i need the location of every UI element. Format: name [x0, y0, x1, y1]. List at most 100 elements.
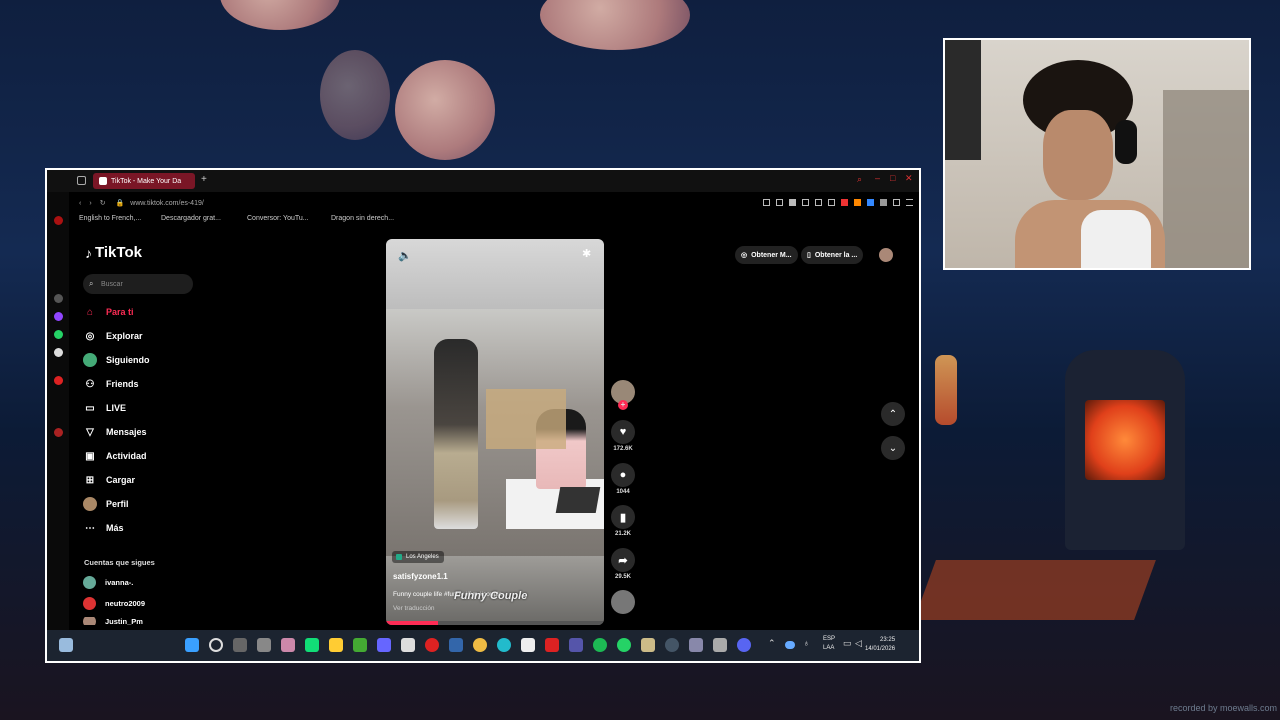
maximize-button[interactable]: □: [890, 173, 895, 183]
nav-item-cargar[interactable]: ⊞ Cargar: [83, 470, 213, 490]
url-text[interactable]: www.tiktok.com/es-419/: [130, 200, 204, 207]
profile-icon[interactable]: [880, 199, 887, 206]
save-button[interactable]: ▮ 21.2K: [610, 505, 636, 537]
heart-icon[interactable]: [828, 199, 835, 206]
forward-icon[interactable]: ›: [89, 200, 91, 207]
account-item[interactable]: ivanna-.: [83, 575, 133, 589]
app-icon[interactable]: [641, 638, 655, 652]
snipping-tool-icon[interactable]: [257, 638, 271, 652]
sound-disc[interactable]: [610, 590, 636, 616]
spotify-icon[interactable]: [593, 638, 607, 652]
menu-icon[interactable]: [906, 199, 913, 206]
account-item[interactable]: Justin_Pm: [83, 617, 143, 625]
app-icon[interactable]: [689, 638, 703, 652]
notes-icon[interactable]: [449, 638, 463, 652]
sparkle-icon[interactable]: ✱: [582, 247, 591, 260]
location-badge[interactable]: Los Angeles: [392, 551, 444, 563]
follow-plus-icon[interactable]: +: [618, 400, 628, 410]
extension-orange-icon[interactable]: [854, 199, 861, 206]
nav-item-live[interactable]: ▭ LIVE: [83, 398, 213, 418]
nav-item-mas[interactable]: ⋯ Más: [83, 518, 213, 538]
app-icon[interactable]: [569, 638, 583, 652]
reload-icon[interactable]: ↻: [100, 199, 106, 207]
play-icon[interactable]: [815, 199, 822, 206]
search-tabs-icon[interactable]: ⌕: [857, 174, 862, 185]
tiktok-logo[interactable]: ♪ TikTok: [85, 244, 142, 261]
copilot-icon[interactable]: [281, 638, 295, 652]
share-button[interactable]: ➦ 29.5K: [610, 548, 636, 580]
mic-icon[interactable]: ♁: [803, 638, 810, 648]
whatsapp-icon[interactable]: [617, 638, 631, 652]
edge-icon[interactable]: [497, 638, 511, 652]
extension-blue-icon[interactable]: [867, 199, 874, 206]
close-button[interactable]: ✕: [905, 173, 913, 184]
x-icon[interactable]: [54, 348, 63, 357]
volume-icon[interactable]: ◁: [855, 638, 862, 649]
tab-menu-icon[interactable]: [77, 176, 86, 185]
nav-item-siguiendo[interactable]: Siguiendo: [83, 350, 213, 370]
discord-icon[interactable]: [737, 638, 751, 652]
file-explorer-icon[interactable]: [329, 638, 343, 652]
nav-item-para-ti[interactable]: ⌂ Para ti: [83, 302, 213, 322]
translate-link[interactable]: Ver traducción: [393, 605, 435, 612]
video-progress-bar[interactable]: [386, 621, 604, 625]
onedrive-icon[interactable]: [785, 641, 795, 649]
clock[interactable]: 23:25 14/01/2026: [865, 636, 895, 654]
nav-item-mensajes[interactable]: ▽ Mensajes: [83, 422, 213, 442]
task-view-icon[interactable]: [233, 638, 247, 652]
bookmark-item[interactable]: Descargador grat...: [161, 215, 221, 222]
lang-bottom[interactable]: LAA: [823, 645, 834, 651]
nav-item-friends[interactable]: ⚇ Friends: [83, 374, 213, 394]
whatsapp-icon[interactable]: [54, 330, 63, 339]
profile-avatar[interactable]: [879, 248, 893, 262]
download-icon[interactable]: [893, 199, 900, 206]
nav-item-perfil[interactable]: Perfil: [83, 494, 213, 514]
get-coins-button[interactable]: ◎ Obtener M...: [735, 246, 798, 264]
chrome-icon[interactable]: [473, 638, 487, 652]
app-icon[interactable]: [713, 638, 727, 652]
account-item[interactable]: neutro2009: [83, 596, 145, 610]
bookmark-item[interactable]: Dragon sin derech...: [331, 215, 394, 222]
network-icon[interactable]: ▭: [843, 638, 852, 649]
extension-red-icon[interactable]: [841, 199, 848, 206]
excel-icon[interactable]: [305, 638, 319, 652]
app-icon[interactable]: [377, 638, 391, 652]
back-icon[interactable]: ‹: [79, 200, 81, 207]
nav-item-explorar[interactable]: ◎ Explorar: [83, 326, 213, 346]
pin-icon[interactable]: [763, 199, 770, 206]
bookmark-item[interactable]: Conversor: YouTu...: [247, 215, 309, 222]
snapshot-icon[interactable]: [776, 199, 783, 206]
store-icon[interactable]: [521, 638, 535, 652]
history-icon[interactable]: [54, 216, 63, 225]
comment-button[interactable]: ● 1044: [610, 463, 636, 495]
next-video-button[interactable]: ⌄: [881, 436, 905, 460]
video-username[interactable]: satisfyzone1.1: [393, 572, 448, 581]
start-icon[interactable]: [185, 638, 199, 652]
shield-icon[interactable]: [789, 199, 796, 206]
twitch-icon[interactable]: [54, 312, 63, 321]
minimize-button[interactable]: –: [875, 173, 880, 183]
acrobat-icon[interactable]: [545, 638, 559, 652]
lang-top[interactable]: ESP: [823, 636, 835, 642]
x-icon[interactable]: [401, 638, 415, 652]
gear-icon[interactable]: [54, 428, 63, 437]
minecraft-icon[interactable]: [353, 638, 367, 652]
get-app-button[interactable]: ▯ Obtener la ...: [801, 246, 864, 264]
like-button[interactable]: ♥ 172.6K: [610, 420, 636, 452]
bookmark-item[interactable]: English to French,...: [79, 215, 141, 222]
search-input[interactable]: ⌕ Buscar: [83, 274, 193, 294]
video-player[interactable]: 🔈 ✱ Los Angeles satisfyzone1.1 Funny cou…: [386, 239, 604, 625]
search-icon[interactable]: [209, 638, 223, 652]
settings-icon[interactable]: [54, 294, 63, 303]
steam-icon[interactable]: [665, 638, 679, 652]
browser-tab[interactable]: TikTok - Make Your Da: [93, 173, 195, 189]
volume-icon[interactable]: 🔈: [398, 249, 412, 262]
nav-item-actividad[interactable]: ▣ Actividad: [83, 446, 213, 466]
opera-icon[interactable]: [425, 638, 439, 652]
previous-video-button[interactable]: ⌃: [881, 402, 905, 426]
music-icon[interactable]: [54, 376, 63, 385]
weather-icon[interactable]: [59, 638, 73, 652]
translate-icon[interactable]: [802, 199, 809, 206]
tray-chevron-icon[interactable]: ⌃: [768, 638, 776, 649]
creator-avatar[interactable]: +: [610, 380, 636, 410]
